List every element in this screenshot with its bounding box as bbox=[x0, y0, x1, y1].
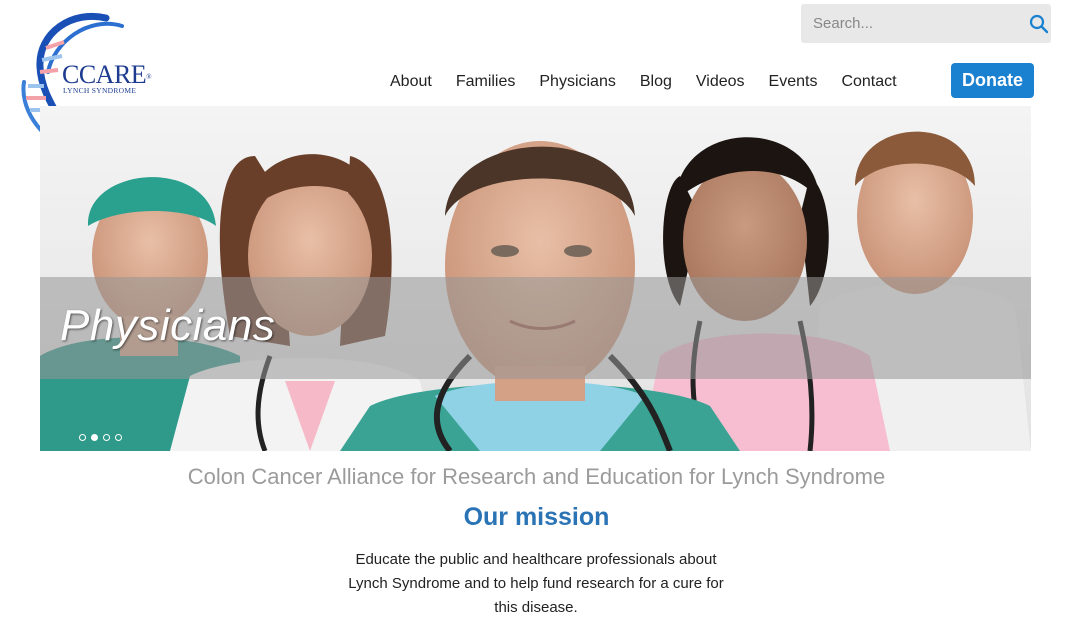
nav-item-about[interactable]: About bbox=[390, 73, 432, 91]
nav-item-families[interactable]: Families bbox=[456, 73, 516, 91]
nav-item-blog[interactable]: Blog bbox=[640, 73, 672, 91]
search-box bbox=[801, 4, 1051, 43]
slider-dot-3[interactable] bbox=[103, 434, 110, 441]
logo-subtitle: LYNCH SYNDROME bbox=[63, 86, 137, 95]
nav-item-videos[interactable]: Videos bbox=[696, 73, 745, 91]
nav-item-physicians[interactable]: Physicians bbox=[539, 73, 615, 91]
logo-wordmark: CCARE® bbox=[62, 60, 152, 89]
mission-title: Our mission bbox=[463, 503, 610, 531]
search-input[interactable] bbox=[801, 4, 1023, 43]
hero-caption: Physicians bbox=[60, 301, 276, 350]
donate-button[interactable]: Donate bbox=[951, 63, 1034, 98]
site-tagline: Colon Cancer Alliance for Research and E… bbox=[187, 464, 886, 489]
slider-dots bbox=[79, 434, 127, 441]
search-icon[interactable] bbox=[1029, 14, 1049, 34]
main-nav: About Families Physicians Blog Videos Ev… bbox=[378, 70, 909, 94]
slider-dot-4[interactable] bbox=[115, 434, 122, 441]
mission-text: Educate the public and healthcare profes… bbox=[348, 551, 724, 616]
nav-item-events[interactable]: Events bbox=[769, 73, 818, 91]
slider-dot-2[interactable] bbox=[91, 434, 98, 441]
slider-dot-1[interactable] bbox=[79, 434, 86, 441]
hero-slider[interactable]: Physicians bbox=[40, 106, 1031, 451]
nav-item-contact[interactable]: Contact bbox=[841, 73, 896, 91]
